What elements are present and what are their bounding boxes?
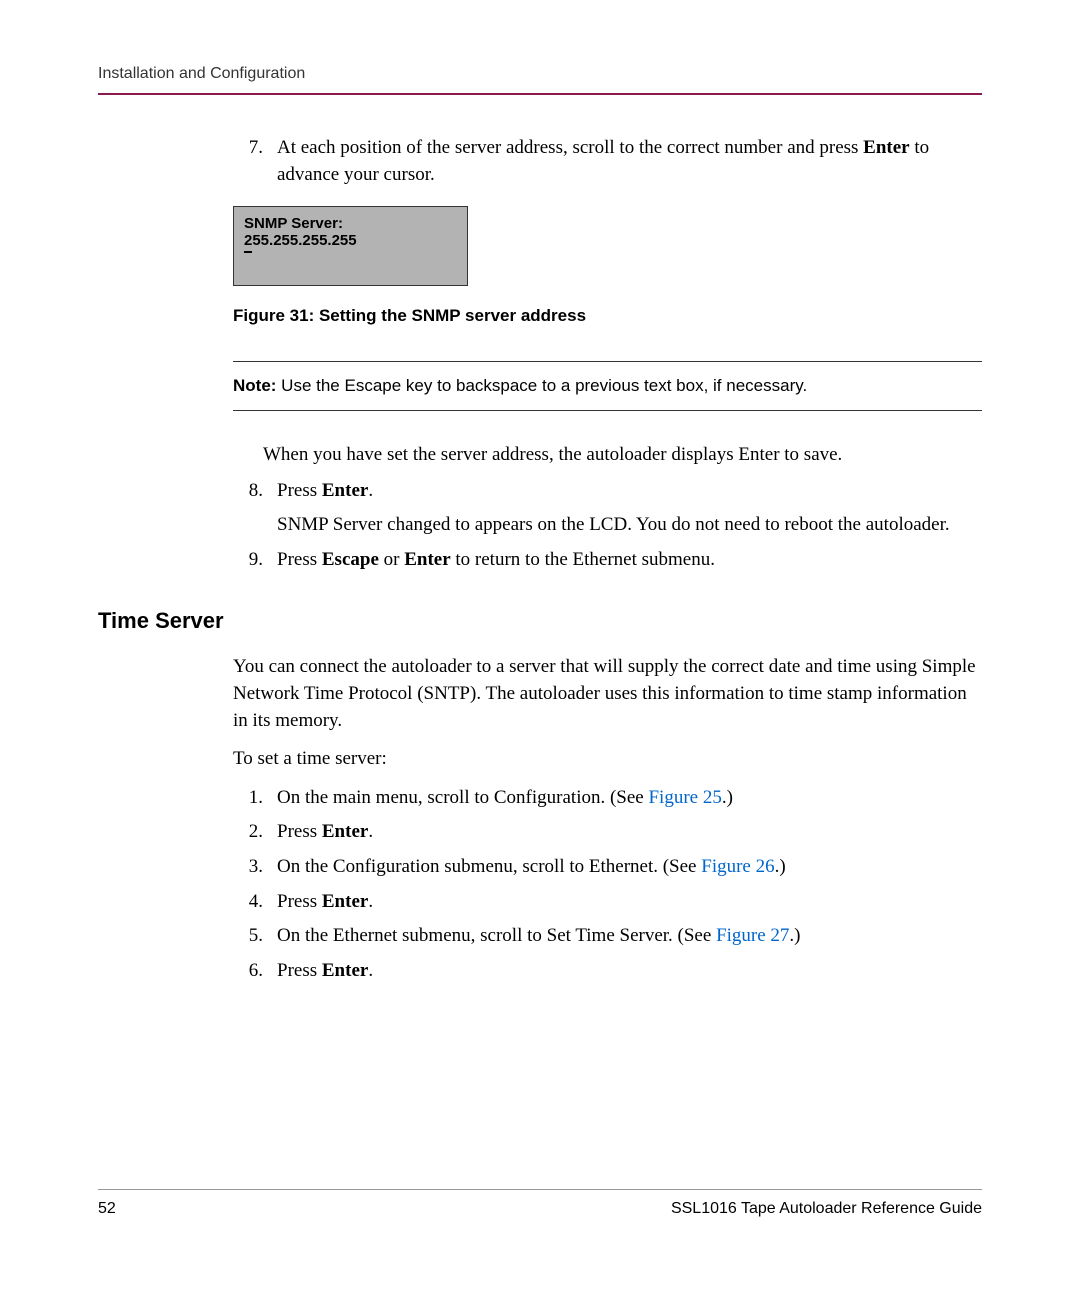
list-item: 8. Press Enter. SNMP Server changed to a… <box>233 478 982 539</box>
list-item: 9. Press Escape or Enter to return to th… <box>233 547 982 574</box>
list-item: 5.On the Ethernet submenu, scroll to Set… <box>233 923 982 950</box>
text: .) <box>722 787 733 808</box>
list-text: At each position of the server address, … <box>277 135 982 188</box>
text-bold: Enter <box>322 480 368 501</box>
list-number: 8. <box>233 478 277 539</box>
paragraph: When you have set the server address, th… <box>263 441 982 470</box>
figure-caption: Figure 31: Setting the SNMP server addre… <box>233 306 982 326</box>
text: At each position of the server address, … <box>277 137 863 158</box>
text-bold: Enter <box>404 549 450 570</box>
text: Press <box>277 821 322 842</box>
list-number: 3. <box>233 854 277 881</box>
text: or <box>379 549 404 570</box>
page-number: 52 <box>98 1200 116 1218</box>
note-box: Note: Use the Escape key to backspace to… <box>233 361 982 411</box>
text-bold: Escape <box>322 549 379 570</box>
text-bold: Enter <box>322 960 368 981</box>
text: Press <box>277 891 322 912</box>
list-number: 1. <box>233 785 277 812</box>
text: . <box>368 891 373 912</box>
section-heading: Time Server <box>98 608 982 634</box>
list-text: Press Enter. SNMP Server changed to appe… <box>277 478 982 539</box>
list-number: 4. <box>233 889 277 916</box>
cross-reference-link[interactable]: Figure 25 <box>648 787 721 808</box>
text-bold: Enter <box>322 891 368 912</box>
lcd-line1: SNMP Server: <box>244 215 457 232</box>
cursor-indicator <box>244 251 252 253</box>
lcd-display: SNMP Server: 255.255.255.255 <box>233 206 468 286</box>
text: On the main menu, scroll to Configuratio… <box>277 787 648 808</box>
list-item: 7. At each position of the server addres… <box>233 135 982 188</box>
list-item: 3.On the Configuration submenu, scroll t… <box>233 854 982 881</box>
paragraph: To set a time server: <box>233 746 982 773</box>
text: . <box>368 821 373 842</box>
text: On the Ethernet submenu, scroll to Set T… <box>277 925 716 946</box>
text: Press <box>277 480 322 501</box>
list-number: 7. <box>233 135 277 188</box>
list-number: 9. <box>233 547 277 574</box>
note-label: Note: <box>233 376 276 395</box>
list-text: Press Enter. <box>277 819 982 846</box>
list-item: 4.Press Enter. <box>233 889 982 916</box>
text: Press <box>277 549 322 570</box>
list-number: 2. <box>233 819 277 846</box>
text: .) <box>789 925 800 946</box>
running-header: Installation and Configuration <box>98 65 982 95</box>
cross-reference-link[interactable]: Figure 27 <box>716 925 789 946</box>
cross-reference-link[interactable]: Figure 26 <box>701 856 774 877</box>
list-number: 5. <box>233 923 277 950</box>
doc-title: SSL1016 Tape Autoloader Reference Guide <box>671 1200 982 1218</box>
list-text: On the main menu, scroll to Configuratio… <box>277 785 982 812</box>
list-text: Press Escape or Enter to return to the E… <box>277 547 982 574</box>
text: Press <box>277 960 322 981</box>
text-bold: Enter <box>863 137 909 158</box>
text: .) <box>775 856 786 877</box>
paragraph: You can connect the autoloader to a serv… <box>233 654 982 734</box>
lcd-line2: 255.255.255.255 <box>244 232 457 249</box>
list-text: On the Configuration submenu, scroll to … <box>277 854 982 881</box>
list-item: 6.Press Enter. <box>233 958 982 985</box>
list-text: On the Ethernet submenu, scroll to Set T… <box>277 923 982 950</box>
continuation: SNMP Server changed to appears on the LC… <box>277 512 982 539</box>
list-item: 2.Press Enter. <box>233 819 982 846</box>
text: to return to the Ethernet submenu. <box>451 549 715 570</box>
list-number: 6. <box>233 958 277 985</box>
text-bold: Enter <box>322 821 368 842</box>
text: . <box>368 960 373 981</box>
note-text: Use the Escape key to backspace to a pre… <box>276 376 807 395</box>
list-text: Press Enter. <box>277 958 982 985</box>
text: On the Configuration submenu, scroll to … <box>277 856 701 877</box>
footer: 52 SSL1016 Tape Autoloader Reference Gui… <box>98 1189 982 1218</box>
text: . <box>368 480 373 501</box>
list-text: Press Enter. <box>277 889 982 916</box>
lcd-ip-value: 255.255.255.255 <box>244 232 357 249</box>
list-item: 1.On the main menu, scroll to Configurat… <box>233 785 982 812</box>
